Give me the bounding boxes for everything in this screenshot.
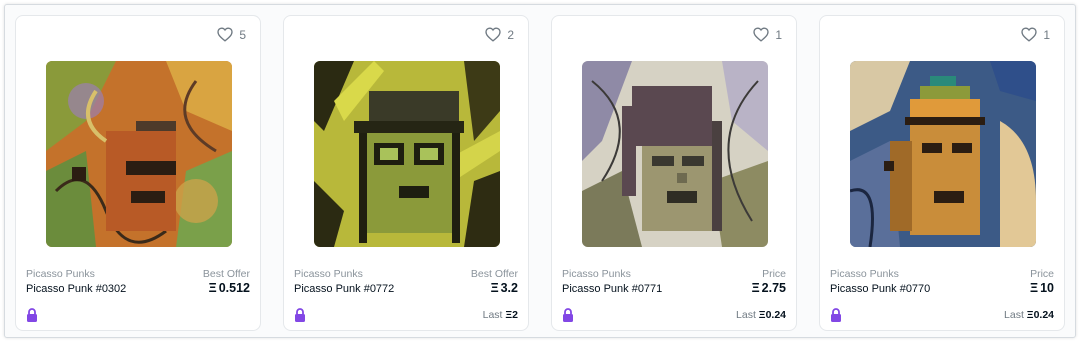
- price-label: Price: [762, 268, 786, 280]
- last-sale-amount: 2: [512, 309, 518, 321]
- eth-icon: Ξ: [208, 281, 217, 295]
- last-sale-amount: 0.24: [765, 309, 786, 321]
- price-value: Ξ 3.2: [491, 281, 518, 295]
- last-sale-label: Last: [1004, 309, 1024, 321]
- heart-icon: [485, 27, 501, 42]
- nft-card[interactable]: 1 Picasso Punks Picasso Punk #0771 Price…: [551, 15, 797, 331]
- nft-image[interactable]: [46, 61, 232, 247]
- eth-icon: Ξ: [490, 281, 499, 295]
- last-sale-label: Last: [736, 309, 756, 321]
- nft-name[interactable]: Picasso Punk #0770: [830, 283, 930, 295]
- eth-icon: Ξ: [758, 309, 766, 321]
- collection-name[interactable]: Picasso Punks: [26, 268, 95, 280]
- eth-icon: Ξ: [751, 281, 760, 295]
- nft-card[interactable]: 5 Picasso Punks Picasso Punk #0302 Best …: [15, 15, 261, 331]
- picasso-punk-artwork: [850, 61, 1036, 247]
- favorite-count: 1: [775, 27, 782, 42]
- lock-icon: [295, 308, 305, 322]
- eth-icon: Ξ: [1030, 281, 1039, 295]
- collection-name[interactable]: Picasso Punks: [830, 268, 899, 280]
- lock-icon: [831, 308, 841, 322]
- last-sale: Last Ξ0.24: [736, 309, 786, 321]
- nft-card[interactable]: 1 Picasso Punks Picasso Punk #0770 Price…: [819, 15, 1065, 331]
- nft-image[interactable]: [582, 61, 768, 247]
- heart-icon: [753, 27, 769, 42]
- collection-name[interactable]: Picasso Punks: [294, 268, 363, 280]
- nft-name[interactable]: Picasso Punk #0772: [294, 283, 394, 295]
- price-value: Ξ 10: [1030, 281, 1054, 295]
- nft-grid: 5 Picasso Punks Picasso Punk #0302 Best …: [4, 4, 1076, 338]
- favorite-button[interactable]: 2: [485, 27, 514, 42]
- heart-icon: [1021, 27, 1037, 42]
- nft-image[interactable]: [850, 61, 1036, 247]
- lock-icon: [27, 308, 37, 322]
- collection-name[interactable]: Picasso Punks: [562, 268, 631, 280]
- nft-name[interactable]: Picasso Punk #0302: [26, 283, 126, 295]
- nft-card[interactable]: 2 Picasso Punks Picasso Punk #0772 Best …: [283, 15, 529, 331]
- last-sale-label: Last: [482, 309, 503, 321]
- price-label: Best Offer: [470, 268, 518, 280]
- nft-name[interactable]: Picasso Punk #0771: [562, 283, 662, 295]
- favorite-count: 2: [507, 27, 514, 42]
- price-amount: 3.2: [500, 281, 518, 295]
- price-label: Price: [1030, 268, 1054, 280]
- picasso-punk-artwork: [314, 61, 500, 247]
- favorite-count: 1: [1043, 27, 1050, 42]
- lock-icon: [563, 308, 573, 322]
- price-value: Ξ 0.512: [209, 281, 250, 295]
- price-amount: 10: [1040, 281, 1054, 295]
- last-sale-amount: 0.24: [1033, 309, 1054, 321]
- heart-icon: [217, 27, 233, 42]
- price-value: Ξ 2.75: [752, 281, 786, 295]
- nft-image[interactable]: [314, 61, 500, 247]
- last-sale: Last Ξ2: [483, 309, 518, 321]
- favorite-button[interactable]: 1: [753, 27, 782, 42]
- price-label: Best Offer: [202, 268, 250, 280]
- favorite-count: 5: [239, 27, 246, 42]
- picasso-punk-artwork: [46, 61, 232, 247]
- price-amount: 0.512: [218, 281, 250, 295]
- price-amount: 2.75: [761, 281, 786, 295]
- favorite-button[interactable]: 5: [217, 27, 246, 42]
- last-sale: Last Ξ0.24: [1004, 309, 1054, 321]
- eth-icon: Ξ: [1026, 309, 1034, 321]
- favorite-button[interactable]: 1: [1021, 27, 1050, 42]
- picasso-punk-artwork: [582, 61, 768, 247]
